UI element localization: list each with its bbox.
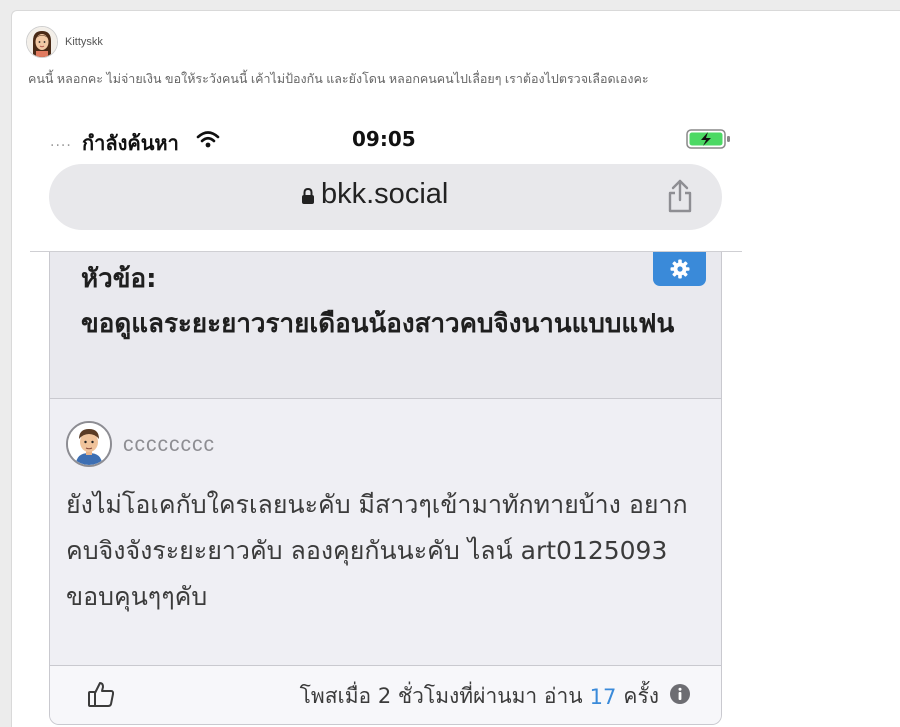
info-icon[interactable] (669, 683, 691, 710)
phone-status-bar: .... กำลังค้นหา 09:05 (30, 119, 742, 159)
post-meta: โพสเมื่อ 2 ชั่วโมงที่ผ่านมา อ่าน 17 ครั้… (300, 680, 691, 713)
reply-avatar[interactable] (66, 421, 112, 467)
author-name[interactable]: Kittyskk (65, 36, 103, 48)
signal-dots-icon: .... (50, 134, 72, 150)
topic-label: หัวข้อ: (81, 264, 157, 294)
post-caption: คนนี้ หลอกคะ ไม่จ่ายเงิน ขอให้ระวังคนนี้… (28, 72, 649, 86)
embedded-screenshot: .... กำลังค้นหา 09:05 bkk.social หัวข้อ:… (30, 119, 742, 727)
address-bar[interactable]: bkk.social (49, 164, 722, 230)
reply-text: ยังไม่โอเคกับใครเลยนะคับ มีสาวๆเข้ามาทัก… (66, 490, 688, 611)
forum-post: หัวข้อ: ขอดูแลระยะยาวรายเดือนน้องสาวคบจิ… (49, 252, 722, 725)
author-row: Kittyskk (26, 26, 103, 58)
like-button[interactable] (86, 679, 116, 713)
topic-header: หัวข้อ: ขอดูแลระยะยาวรายเดือนน้องสาวคบจิ… (50, 252, 721, 399)
post-card: Kittyskk คนนี้ หลอกคะ ไม่จ่ายเงิน ขอให้ร… (11, 10, 900, 727)
read-count: 17 (589, 684, 617, 709)
avatar-girl-icon (27, 27, 57, 57)
posted-time: โพสเมื่อ 2 ชั่วโมงที่ผ่านมา อ่าน (299, 684, 583, 708)
reply-entry: cccccccc ยังไม่โอเคกับใครเลยนะคับ มีสาวๆ… (50, 399, 721, 665)
author-avatar[interactable] (26, 26, 58, 58)
url-text[interactable]: bkk.social (321, 178, 448, 211)
thumbs-up-icon (88, 682, 115, 707)
share-icon[interactable] (666, 178, 694, 218)
topic-title: ขอดูแลระยะยาวรายเดือนน้องสาวคบจิงนานแบบแ… (81, 309, 675, 339)
settings-button[interactable] (653, 252, 706, 286)
battery-icon (686, 128, 732, 154)
avatar-boy-icon (68, 423, 110, 465)
gear-icon (670, 259, 689, 279)
lock-icon (301, 187, 315, 209)
wifi-icon (196, 129, 220, 153)
carrier-text: กำลังค้นหา (82, 131, 179, 155)
post-footer: โพสเมื่อ 2 ชั่วโมงที่ผ่านมา อ่าน 17 ครั้… (50, 665, 721, 724)
read-unit: ครั้ง (623, 684, 659, 708)
status-time: 09:05 (352, 127, 416, 151)
reply-username[interactable]: cccccccc (123, 433, 215, 457)
